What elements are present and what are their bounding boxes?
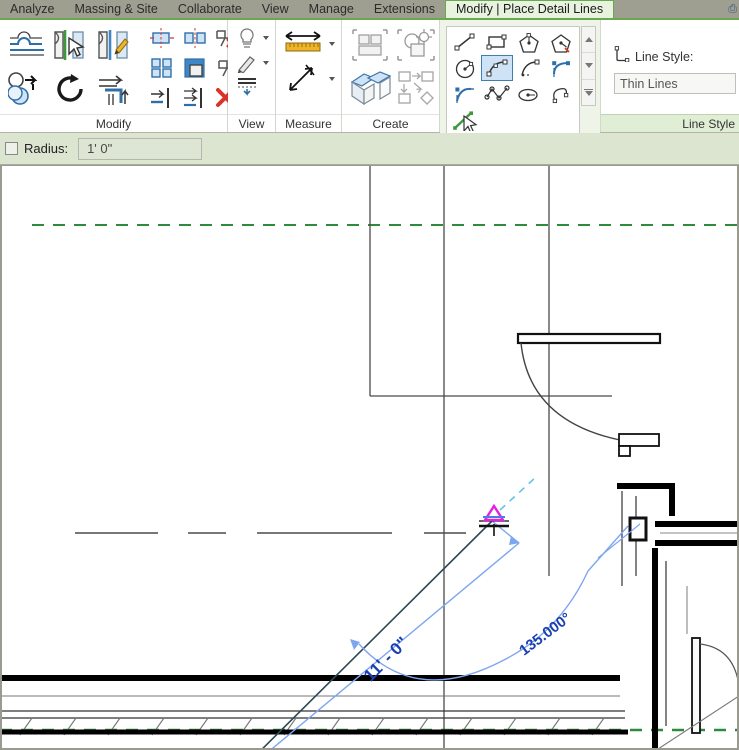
draw-ellipse[interactable] [513, 81, 545, 107]
canvas-left-border [0, 165, 2, 750]
offset-tool[interactable] [5, 23, 49, 67]
triangle-up-icon [584, 37, 593, 43]
draw-gallery-scrollbar[interactable] [581, 26, 596, 106]
draw-circle[interactable] [449, 55, 481, 81]
create-part-tool[interactable] [347, 66, 393, 108]
tab-collaborate[interactable]: Collaborate [168, 0, 252, 18]
create-group-tool[interactable] [347, 24, 393, 66]
ribbon: Modify View Measure Create Line Style: T… [0, 20, 739, 154]
copy-tool[interactable] [49, 23, 93, 67]
revit-window: Analyze Massing & Site Collaborate View … [0, 0, 739, 750]
line-style-label: Line Style: [635, 49, 694, 64]
ribbon-tab-overflow: ⎙ [614, 0, 739, 18]
line-style-field-row: Line Style: [606, 42, 693, 67]
tab-view[interactable]: View [252, 0, 299, 18]
line-style-value: Thin Lines [620, 76, 678, 91]
draw-arc-tangent-end[interactable] [513, 55, 545, 81]
tab-analyze[interactable]: Analyze [0, 0, 64, 18]
measure-along-element-tool[interactable] [281, 62, 336, 96]
panel-measure: Measure [276, 20, 342, 132]
line-style-combobox[interactable]: Thin Lines [614, 73, 736, 94]
panel-label-modify: Modify [0, 114, 227, 132]
panel-view: View [228, 20, 276, 132]
draw-pick-lines[interactable] [449, 107, 481, 133]
chevron-down-icon[interactable] [327, 26, 336, 62]
triangle-down-icon [584, 63, 593, 69]
expand-gallery-icon [584, 88, 593, 97]
radius-checkbox[interactable] [5, 142, 18, 155]
line-style-icon [614, 46, 630, 67]
drawing-canvas[interactable]: 11' - 0" 135.000° [0, 165, 739, 750]
draw-arc-three-point[interactable] [449, 81, 481, 107]
array-tool[interactable] [145, 53, 178, 83]
panel-line-style: Line Style: Thin Lines Line Style [601, 20, 739, 132]
linework-tool[interactable] [233, 51, 270, 75]
measure-between-references-tool[interactable] [281, 26, 336, 62]
panel-draw: Draw [440, 20, 601, 154]
modify-group-1 [5, 23, 49, 111]
panel-label-measure: Measure [276, 114, 341, 132]
panel-label-line-style: Line Style [601, 114, 739, 132]
tab-modify-place-detail-lines[interactable]: Modify | Place Detail Lines [445, 0, 615, 18]
model-thin-lines [0, 166, 612, 750]
gallery-expand-button[interactable] [582, 80, 595, 105]
rotate-tool[interactable] [49, 67, 93, 111]
panel-label-create: Create [342, 114, 439, 132]
scale-tool[interactable] [178, 53, 211, 83]
right-walls [617, 483, 739, 750]
view-visibility-tool[interactable] [233, 25, 270, 51]
mirror-pick-axis-tool[interactable] [93, 23, 137, 67]
detail-line-in-progress [260, 520, 493, 750]
trim-multiple-tool[interactable] [178, 83, 211, 113]
panel-modify: Modify [0, 20, 236, 132]
angle-dimension-text: 135.000° [516, 609, 574, 659]
trim-extend-tool[interactable] [93, 67, 137, 111]
draw-arc-center-ends[interactable] [481, 55, 513, 81]
gallery-scroll-up-button[interactable] [582, 27, 595, 54]
modify-group-3 [93, 23, 137, 111]
top-door [516, 332, 662, 457]
create-assembly-tool[interactable] [393, 66, 439, 108]
gallery-scroll-down-button[interactable] [582, 53, 595, 80]
chevron-down-icon[interactable] [261, 25, 270, 51]
window-control-icon[interactable]: ⎙ [728, 3, 737, 16]
split-tool[interactable] [178, 23, 211, 53]
ribbon-tab-strip: Analyze Massing & Site Collaborate View … [0, 0, 739, 20]
trim-single-tool[interactable] [145, 83, 178, 113]
modify-group-2 [49, 23, 93, 111]
create-group-left [347, 24, 393, 108]
floor-plan-drawing: 11' - 0" 135.000° [0, 166, 739, 750]
draw-shape-gallery[interactable] [446, 26, 580, 136]
draw-circumscribed-polygon[interactable] [545, 29, 577, 55]
draw-inscribed-polygon[interactable] [513, 29, 545, 55]
tab-extensions[interactable]: Extensions [364, 0, 445, 18]
radius-value: 1' 0" [87, 141, 113, 156]
options-bar: Radius: 1' 0" [0, 133, 739, 165]
create-similar-tool[interactable] [393, 24, 439, 66]
chevron-down-icon[interactable] [261, 51, 270, 75]
modify-group-4 [145, 23, 241, 113]
temporary-dimensions [269, 520, 641, 750]
underlay-tool[interactable] [233, 75, 261, 97]
radius-input[interactable]: 1' 0" [78, 137, 203, 160]
panel-label-view: View [228, 114, 275, 132]
align-tool[interactable] [145, 23, 178, 53]
draw-fillet-arc[interactable] [545, 55, 577, 81]
tab-massing-and-site[interactable]: Massing & Site [64, 0, 167, 18]
tab-manage[interactable]: Manage [299, 0, 364, 18]
draw-partial-ellipse[interactable] [545, 81, 577, 107]
move-tool[interactable] [5, 67, 49, 111]
chevron-down-icon[interactable] [327, 62, 336, 96]
draw-line[interactable] [449, 29, 481, 55]
create-group-right [393, 24, 439, 108]
panel-create: Create [342, 20, 440, 132]
radius-label: Radius: [24, 141, 69, 156]
draw-rectangle[interactable] [481, 29, 513, 55]
draw-spline[interactable] [481, 81, 513, 107]
